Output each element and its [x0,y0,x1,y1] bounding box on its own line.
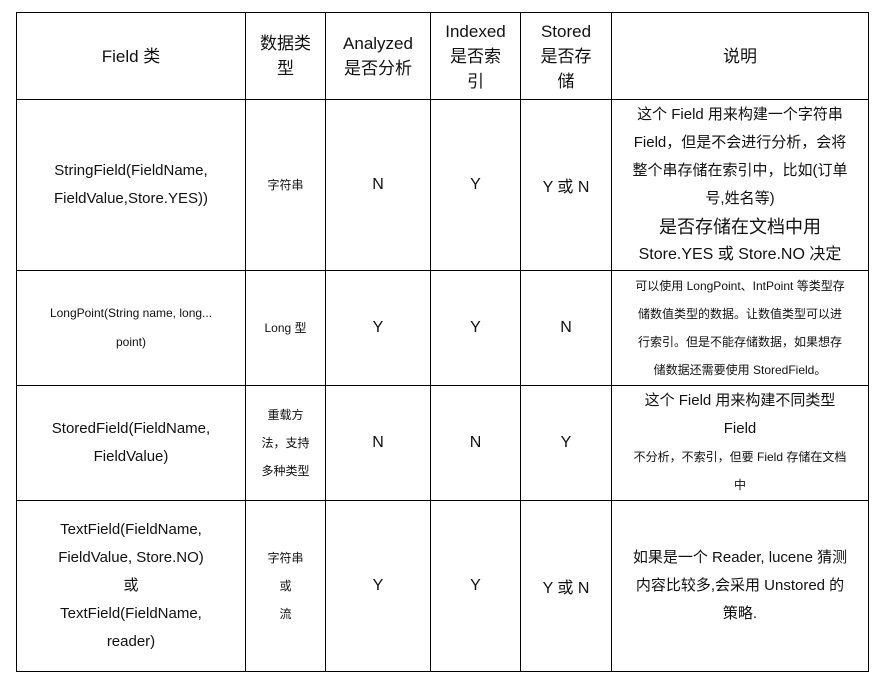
field-class-line: StringField(FieldName, [54,162,208,179]
data-type-cell: 重载方 法，支持 多种类型 [245,385,326,501]
indexed-cell: Y [430,500,521,672]
data-type-line: 多种类型 [261,464,310,478]
header-data-type: 数据类型 [245,12,326,100]
data-type-line: 字符串 [267,178,304,192]
description-line: 号,姓名等) [705,190,775,207]
analyzed-cell: N [325,99,431,271]
data-type-line: 或 [279,579,292,593]
field-class-line: FieldValue,Store.YES)) [54,190,208,207]
field-class-cell: StringField(FieldName, FieldValue,Store.… [16,99,246,271]
description-line: 是否存储在文档中用 [659,217,821,237]
header-stored-line: Stored [540,21,592,41]
indexed-cell: N [430,385,521,501]
header-analyzed: Analyzed 是否分析 [325,12,431,100]
field-types-table: Field 类 数据类型 Analyzed 是否分析 Indexed 是否索 引… [16,12,869,672]
description-line: 储数据还需要使用 StoredField。 [653,363,827,377]
data-type-line: 流 [279,607,292,621]
table-row: StoredField(FieldName, FieldValue) 重载方 法… [16,385,869,501]
header-indexed-line: 是否索 [450,46,501,66]
table-row: TextField(FieldName, FieldValue, Store.N… [16,500,869,672]
stored-cell: Y 或 N [520,99,612,271]
description-line: 策略. [722,605,758,622]
field-class-line: StoredField(FieldName, [51,420,211,437]
data-type-line: 法，支持 [261,436,310,450]
indexed-cell: Y [430,270,521,386]
description-cell: 这个 Field 用来构建一个字符串 Field，但是不会进行分析，会将 整个串… [611,99,869,271]
analyzed-cell: Y [325,270,431,386]
field-class-line: reader) [106,633,156,650]
field-class-cell: LongPoint(String name, long... point) [16,270,246,386]
field-class-cell: StoredField(FieldName, FieldValue) [16,385,246,501]
data-type-cell: Long 型 [245,270,326,386]
header-description: 说明 [611,12,869,100]
stored-cell: N [520,270,612,386]
description-line: Field，但是不会进行分析，会将 [633,134,847,151]
field-class-line: 或 [123,577,139,594]
header-stored-line: 储 [557,71,575,91]
data-type-line: Long 型 [264,321,307,335]
data-type-line: 字符串 [267,551,304,565]
description-line: 不分析，不索引，但要 Field 存储在文档 [633,450,847,464]
field-class-line: LongPoint(String name, long... [49,306,213,320]
description-cell: 如果是一个 Reader, lucene 猜测 内容比较多,会采用 Unstor… [611,500,869,672]
field-class-cell: TextField(FieldName, FieldValue, Store.N… [16,500,246,672]
description-line: 这个 Field 用来构建一个字符串 [637,106,843,123]
header-indexed-line: 引 [467,71,484,91]
description-line: 内容比较多,会采用 Unstored 的 [635,577,845,594]
header-field-class: Field 类 [16,12,246,100]
analyzed-cell: Y [325,500,431,672]
data-type-cell: 字符串 [245,99,326,271]
data-type-cell: 字符串 或 流 [245,500,326,672]
field-class-line: TextField(FieldName, [60,605,202,622]
data-type-line: 重载方 [267,408,304,422]
description-line: 储数值类型的数据。让数值类型可以进 [637,307,842,321]
header-stored-line: 是否存 [540,46,592,66]
header-indexed-line: Indexed [445,21,506,41]
field-class-line: FieldValue) [93,448,169,465]
field-class-line: TextField(FieldName, [60,521,202,538]
description-line: Store.YES 或 Store.NO 决定 [638,246,842,263]
stored-cell: Y [520,385,612,501]
header-row: Field 类 数据类型 Analyzed 是否分析 Indexed 是否索 引… [16,12,869,100]
description-cell: 这个 Field 用来构建不同类型 Field 不分析，不索引，但要 Field… [611,385,869,501]
description-line: 中 [733,478,746,492]
description-cell: 可以使用 LongPoint、IntPoint 等类型存 储数值类型的数据。让数… [611,270,869,386]
table-row: StringField(FieldName, FieldValue,Store.… [16,99,869,271]
description-line: 行索引。但是不能存储数据，如果想存 [637,335,842,349]
description-line: 整个串存储在索引中，比如(订单 [632,162,848,179]
header-indexed: Indexed 是否索 引 [430,12,521,100]
field-class-line: FieldValue, Store.NO) [58,549,204,566]
description-line: 可以使用 LongPoint、IntPoint 等类型存 [635,279,845,293]
indexed-cell: Y [430,99,521,271]
table-row: LongPoint(String name, long... point) Lo… [16,270,869,386]
header-analyzed-line: 是否分析 [344,59,412,78]
description-line: Field [723,420,757,437]
description-line: 这个 Field 用来构建不同类型 [644,392,836,409]
field-class-line: point) [115,335,147,349]
description-line: 如果是一个 Reader, lucene 猜测 [632,549,848,566]
header-analyzed-line: Analyzed [343,34,413,53]
analyzed-cell: N [325,385,431,501]
stored-cell: Y 或 N [520,500,612,672]
header-stored: Stored 是否存 储 [520,12,612,100]
